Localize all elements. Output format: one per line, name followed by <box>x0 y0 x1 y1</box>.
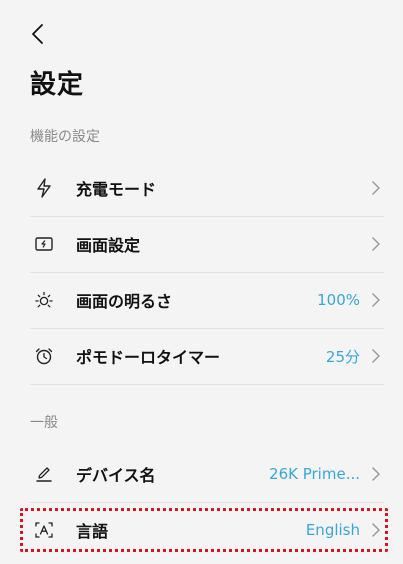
chevron-right-icon <box>372 467 380 481</box>
chevron-right-icon <box>372 181 380 195</box>
settings-item-value: 100% <box>317 291 360 309</box>
back-button[interactable] <box>28 22 52 46</box>
pen-icon <box>34 464 54 484</box>
alarm-clock-icon <box>34 346 54 366</box>
settings-item-device-name[interactable]: デバイス名 26K Prime... <box>30 446 384 503</box>
settings-item-value: 25分 <box>325 347 360 366</box>
settings-item-label: 画面の明るさ <box>76 292 173 311</box>
settings-item-pomodoro-timer[interactable]: ポモドーロタイマー 25分 <box>30 328 384 385</box>
screen-icon <box>34 234 54 254</box>
settings-item-value: 26K Prime... <box>269 465 360 483</box>
settings-item-language[interactable]: 言語 English <box>30 502 384 558</box>
settings-item-label: 画面設定 <box>76 236 141 255</box>
settings-item-charging-mode[interactable]: 充電モード <box>30 160 384 217</box>
settings-item-label: 言語 <box>76 522 109 541</box>
section-label-function: 機能の設定 <box>30 129 100 145</box>
section-label-general: 一般 <box>30 415 58 431</box>
brightness-icon <box>34 290 54 310</box>
chevron-right-icon <box>372 349 380 363</box>
chevron-right-icon <box>372 237 380 251</box>
settings-screen: 設定 機能の設定 充電モード 画面設定 画面の明るさ 100% ポモドーロタイマ… <box>0 0 403 564</box>
settings-item-label: ポモドーロタイマー <box>76 348 221 367</box>
language-icon <box>34 520 54 540</box>
settings-item-value: English <box>305 521 360 539</box>
settings-item-label: デバイス名 <box>76 466 156 485</box>
settings-item-screen[interactable]: 画面設定 <box>30 216 384 273</box>
back-chevron-icon <box>32 24 43 44</box>
settings-item-brightness[interactable]: 画面の明るさ 100% <box>30 272 384 329</box>
bolt-icon <box>34 178 54 198</box>
chevron-right-icon <box>372 523 380 537</box>
page-title: 設定 <box>30 70 85 100</box>
settings-item-label: 充電モード <box>76 180 157 199</box>
chevron-right-icon <box>372 293 380 307</box>
